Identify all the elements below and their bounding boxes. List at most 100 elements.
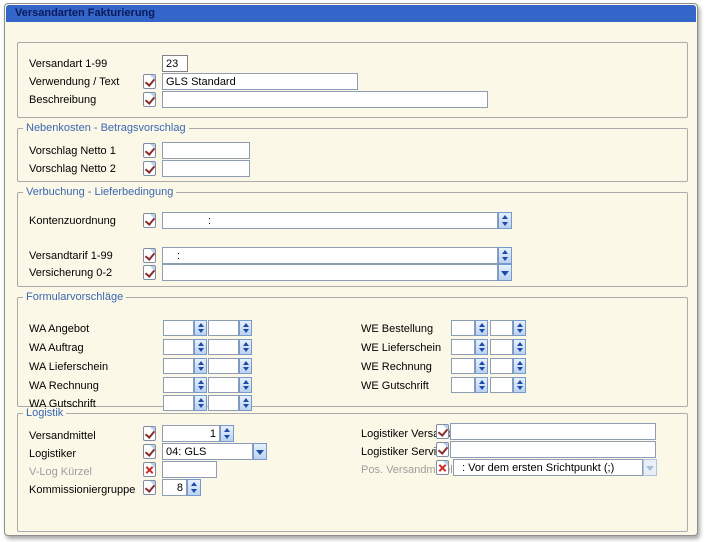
groupbox-nebenkosten: Nebenkosten - Betragsvorschlag Vorschlag… [17, 128, 688, 182]
window-title: Versandarten Fakturierung [6, 5, 696, 22]
pos-versandmittel-kz-dropdown-button [643, 459, 657, 476]
wa-auftrag-form1-spinner[interactable] [194, 339, 207, 355]
vlog-kuerzel-inactive-checkbox[interactable] [143, 462, 156, 477]
versicherung-dropdown-input[interactable] [162, 264, 498, 281]
wa-rechnung-form2-spinner[interactable] [239, 377, 252, 393]
wa-rechnung-form2-input[interactable] [208, 377, 239, 393]
we-lieferschein-label: WE Lieferschein [361, 342, 441, 354]
kommissioniergruppe-active-checkbox[interactable] [143, 480, 156, 495]
kommissioniergruppe-spin-input[interactable] [162, 479, 187, 496]
wa-angebot-form2-input[interactable] [208, 320, 239, 336]
we-lieferschein-form1-input[interactable] [451, 339, 475, 355]
verwendung-text-input[interactable] [162, 73, 358, 90]
logistiker-versandart-active-checkbox[interactable] [436, 424, 449, 439]
versandart-number-field[interactable] [162, 55, 188, 72]
we-bestellung-form1-input[interactable] [451, 320, 475, 336]
wa-angebot-form2-spinner[interactable] [239, 320, 252, 336]
groupbox-formulare: Formularvorschläge WA Angebot WA Auftrag… [17, 297, 688, 407]
wa-angebot-form1-spinner[interactable] [194, 320, 207, 336]
verwendung-active-checkbox[interactable] [143, 74, 156, 89]
window-titlebar: Versandarten Fakturierung [6, 5, 696, 22]
wa-lieferschein-label: WA Lieferschein [29, 361, 108, 373]
we-rechnung-form2-input[interactable] [490, 358, 513, 374]
wa-rechnung-form1-input[interactable] [163, 377, 194, 393]
versandtarif-spinner-button[interactable] [498, 247, 512, 264]
wa-gutschrift-form2-input[interactable] [208, 395, 239, 411]
verwendung-label: Verwendung / Text [29, 76, 119, 88]
logistik-legend: Logistik [23, 407, 66, 419]
logistiker-versandart-input[interactable] [450, 423, 656, 440]
wa-auftrag-label: WA Auftrag [29, 342, 84, 354]
verbuchung-legend: Verbuchung - Lieferbedingung [23, 186, 176, 198]
wa-auftrag-form1-input[interactable] [163, 339, 194, 355]
kontenzuordnung-active-checkbox[interactable] [143, 213, 156, 228]
wa-lieferschein-form1-input[interactable] [163, 358, 194, 374]
logistiker-service-active-checkbox[interactable] [436, 442, 449, 457]
formulare-legend: Formularvorschläge [23, 291, 126, 303]
kontenzuordnung-spinner-button[interactable] [498, 212, 512, 229]
wa-angebot-label: WA Angebot [29, 323, 89, 335]
vlog-kuerzel-input[interactable] [162, 461, 217, 478]
we-rechnung-form2-spinner[interactable] [513, 358, 526, 374]
versandmittel-label: Versandmittel [29, 430, 96, 442]
netto2-label: Vorschlag Netto 2 [29, 163, 116, 175]
wa-auftrag-form2-input[interactable] [208, 339, 239, 355]
wa-gutschrift-form2-spinner[interactable] [239, 395, 252, 411]
logistiker-dropdown-button[interactable] [253, 443, 267, 460]
we-lieferschein-form2-spinner[interactable] [513, 339, 526, 355]
versicherung-active-checkbox[interactable] [143, 265, 156, 280]
we-gutschrift-label: WE Gutschrift [361, 380, 429, 392]
wa-gutschrift-form1-input[interactable] [163, 395, 194, 411]
we-bestellung-form1-spinner[interactable] [475, 320, 488, 336]
versicherung-label: Versicherung 0-2 [29, 267, 112, 279]
pos-versandmittel-kz-inactive-checkbox[interactable] [436, 460, 449, 475]
versandtarif-active-checkbox[interactable] [143, 248, 156, 263]
kontenzuordnung-combo-input[interactable] [162, 212, 498, 229]
kontenzuordnung-label: Kontenzuordnung [29, 215, 116, 227]
wa-auftrag-form2-spinner[interactable] [239, 339, 252, 355]
we-gutschrift-form1-spinner[interactable] [475, 377, 488, 393]
kommissioniergruppe-spinner-button[interactable] [187, 479, 201, 496]
logistiker-service-input[interactable] [450, 441, 656, 458]
versandart-label: Versandart 1-99 [29, 58, 107, 70]
wa-angebot-form1-input[interactable] [163, 320, 194, 336]
pos-versandmittel-kz-dropdown-input[interactable] [453, 459, 643, 476]
netto2-active-checkbox[interactable] [143, 161, 156, 176]
beschreibung-active-checkbox[interactable] [143, 92, 156, 107]
wa-lieferschein-form2-input[interactable] [208, 358, 239, 374]
logistiker-active-checkbox[interactable] [143, 444, 156, 459]
wa-rechnung-form1-spinner[interactable] [194, 377, 207, 393]
nebenkosten-legend: Nebenkosten - Betragsvorschlag [23, 122, 189, 134]
wa-lieferschein-form2-spinner[interactable] [239, 358, 252, 374]
we-lieferschein-form2-input[interactable] [490, 339, 513, 355]
wa-lieferschein-form1-spinner[interactable] [194, 358, 207, 374]
netto1-label: Vorschlag Netto 1 [29, 145, 116, 157]
versandmittel-spin-input[interactable] [162, 425, 220, 442]
we-rechnung-form1-spinner[interactable] [475, 358, 488, 374]
netto1-input[interactable] [162, 142, 250, 159]
we-gutschrift-form1-input[interactable] [451, 377, 475, 393]
versicherung-dropdown-button[interactable] [498, 264, 512, 281]
we-gutschrift-form2-input[interactable] [490, 377, 513, 393]
we-rechnung-form1-input[interactable] [451, 358, 475, 374]
versandmittel-active-checkbox[interactable] [143, 426, 156, 441]
wa-gutschrift-form1-spinner[interactable] [194, 395, 207, 411]
logistiker-label: Logistiker [29, 448, 76, 460]
we-lieferschein-form1-spinner[interactable] [475, 339, 488, 355]
beschreibung-label: Beschreibung [29, 94, 96, 106]
vlog-kuerzel-label: V-Log Kürzel [29, 466, 92, 478]
beschreibung-input[interactable] [162, 91, 488, 108]
logistiker-service-label: Logistiker Service [361, 446, 448, 458]
versandmittel-spinner-button[interactable] [220, 425, 234, 442]
versandtarif-combo-input[interactable] [162, 247, 498, 264]
versandtarif-label: Versandtarif 1-99 [29, 250, 113, 262]
netto2-input[interactable] [162, 160, 250, 177]
logistiker-dropdown-input[interactable] [162, 443, 253, 460]
we-bestellung-label: WE Bestellung [361, 323, 433, 335]
we-rechnung-label: WE Rechnung [361, 361, 432, 373]
netto1-active-checkbox[interactable] [143, 143, 156, 158]
wa-rechnung-label: WA Rechnung [29, 380, 99, 392]
we-gutschrift-form2-spinner[interactable] [513, 377, 526, 393]
we-bestellung-form2-spinner[interactable] [513, 320, 526, 336]
we-bestellung-form2-input[interactable] [490, 320, 513, 336]
